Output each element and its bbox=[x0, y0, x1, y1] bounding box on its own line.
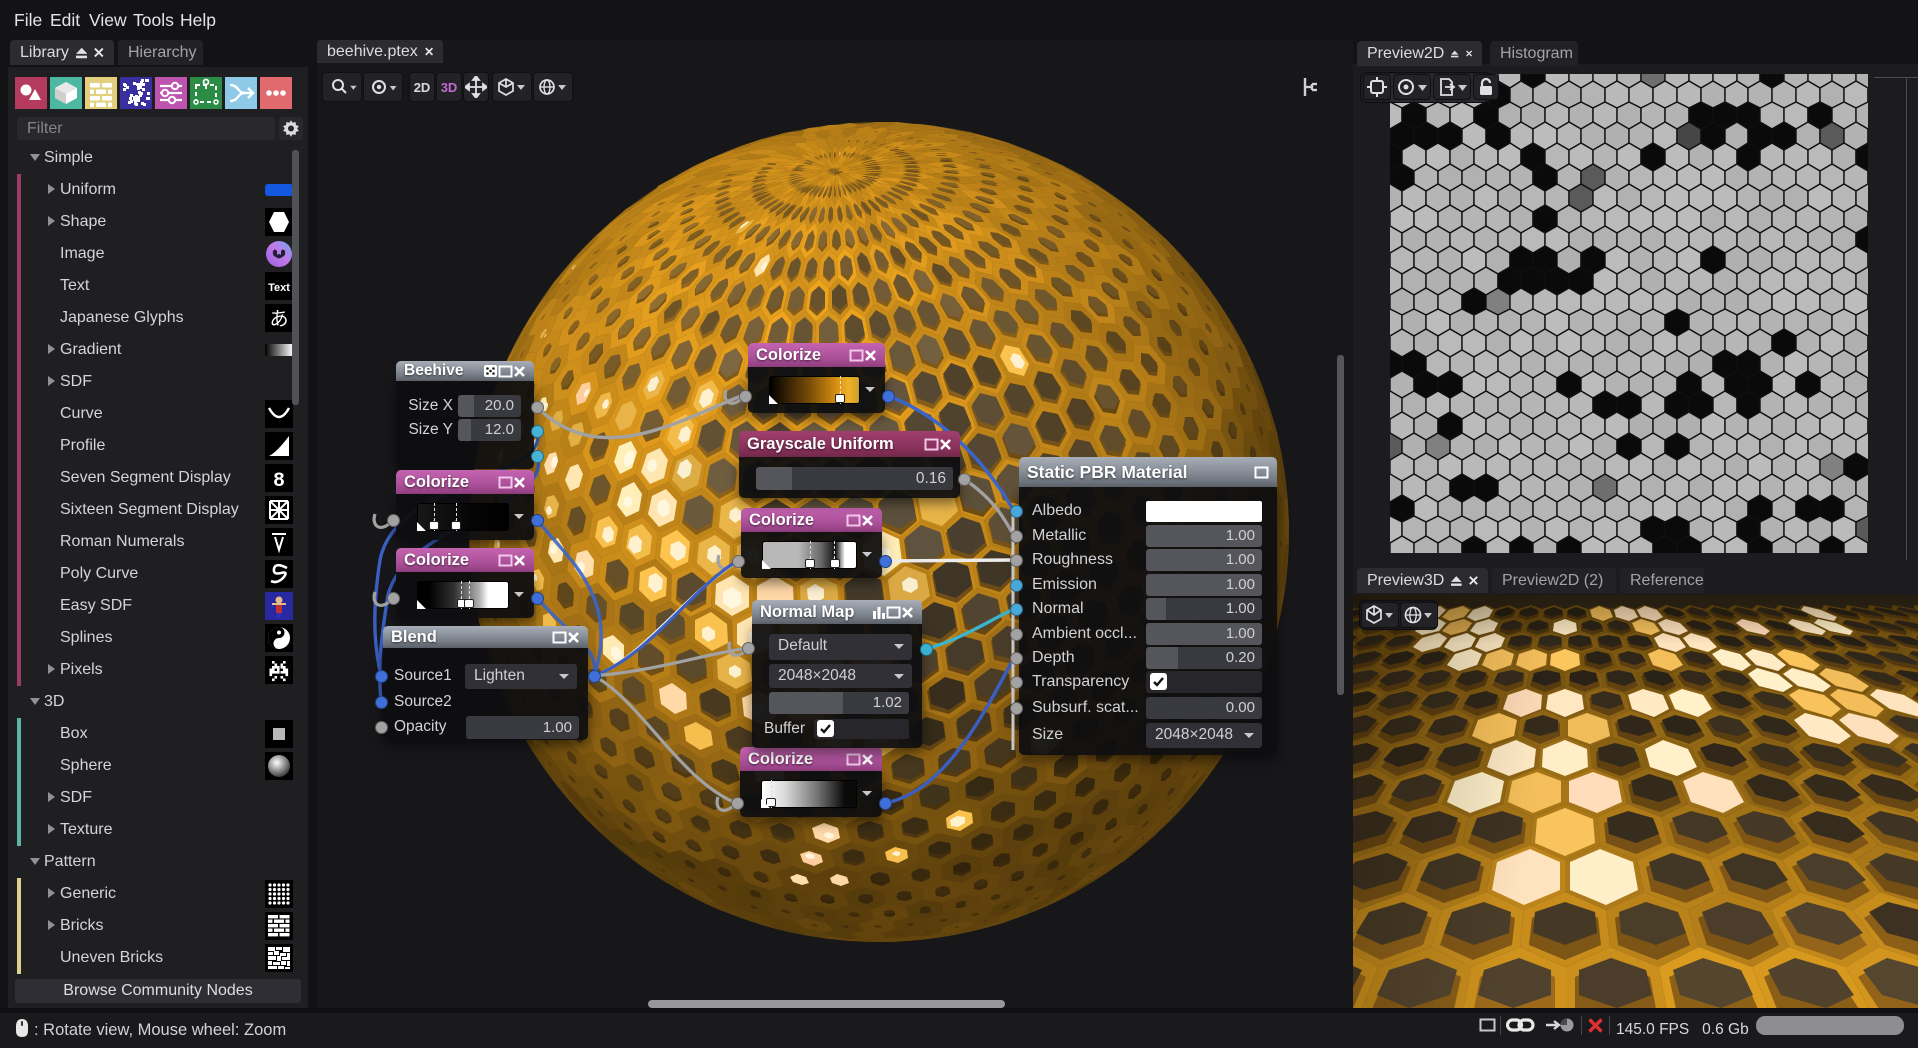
svg-text:8: 8 bbox=[273, 470, 285, 492]
svg-text:Text: Text bbox=[268, 282, 290, 294]
svg-text:あ: あ bbox=[269, 309, 288, 330]
